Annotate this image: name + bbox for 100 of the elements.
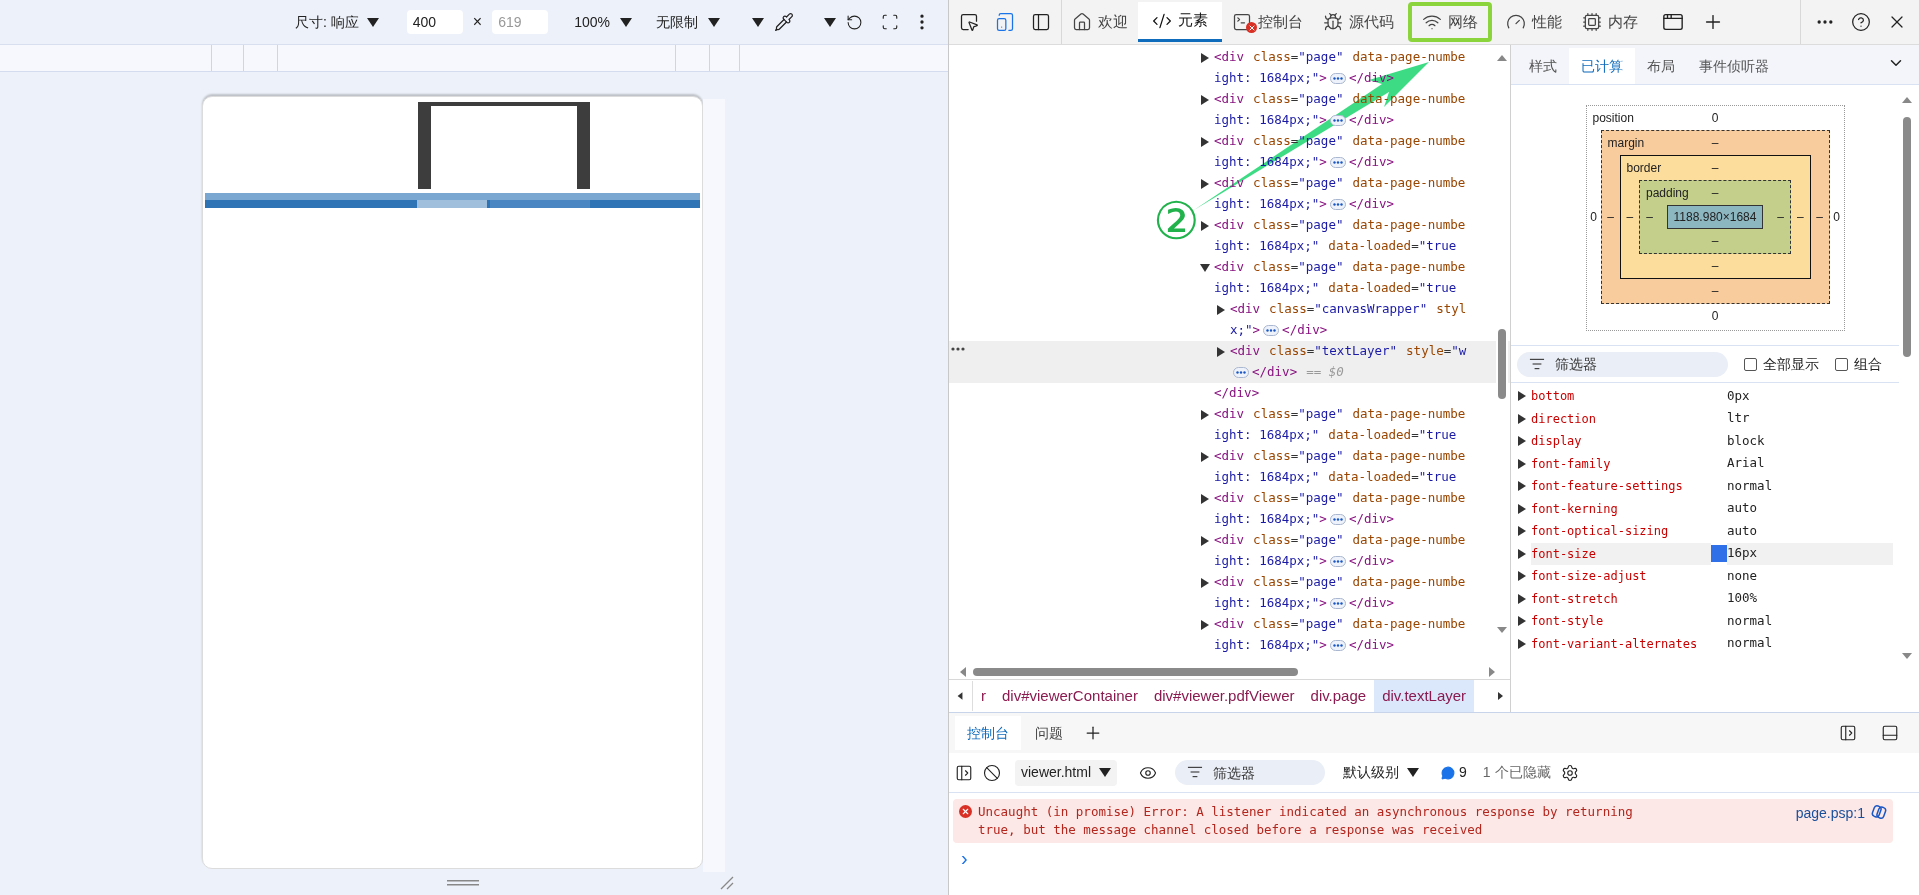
ellipsis-icon[interactable] (1329, 199, 1346, 210)
inspect-icon[interactable] (959, 11, 979, 32)
property-row[interactable]: direction ltr (1511, 407, 1899, 430)
device-toolbar-icon[interactable] (995, 11, 1015, 32)
property-row[interactable]: font-family Arial (1511, 452, 1899, 475)
dimensions-dropdown[interactable]: 尺寸: 响应 (295, 7, 379, 37)
device-frame-icon[interactable] (880, 13, 899, 31)
console-filter-field[interactable]: 筛选器 (1175, 760, 1326, 785)
ellipsis-icon[interactable] (1329, 514, 1346, 525)
code-line[interactable]: <div class="page" data-page-numbe (1214, 531, 1466, 550)
collapsed-triangle-icon[interactable] (1200, 535, 1210, 546)
context-dropdown[interactable]: viewer.html (1015, 759, 1118, 786)
collapsed-triangle-icon[interactable] (1216, 346, 1226, 357)
property-row[interactable]: font-size 16px (1511, 542, 1899, 565)
devtools-tab[interactable]: 欢迎 (1062, 2, 1138, 42)
collapsed-triangle-icon[interactable] (1517, 413, 1527, 424)
collapsed-triangle-icon[interactable] (1200, 178, 1210, 189)
scrollbar-thumb[interactable] (1498, 329, 1506, 399)
throttle-dropdown[interactable]: 无限制 (655, 7, 720, 37)
collapsed-triangle-icon[interactable] (1517, 571, 1527, 582)
collapsed-triangle-icon[interactable] (1216, 304, 1226, 315)
code-line[interactable]: ight: 1684px;"> </div> (1214, 111, 1395, 130)
breadcrumb[interactable]: r (973, 680, 994, 712)
dock-bottom-icon[interactable] (1881, 724, 1899, 742)
property-row[interactable]: font-stretch 100% (1511, 587, 1899, 610)
code-line[interactable]: ight: 1684px;"> </div> (1214, 510, 1395, 529)
side-pane-tab[interactable]: 样式 (1517, 48, 1569, 84)
collapsed-triangle-icon[interactable] (1517, 616, 1527, 627)
code-line[interactable]: <div class="page" data-page-numbe (1214, 216, 1466, 235)
side-pane-tab[interactable]: 布局 (1635, 48, 1687, 84)
code-line[interactable]: <div class="page" data-page-numbe (1214, 489, 1466, 508)
collapsed-triangle-icon[interactable] (1200, 493, 1210, 504)
message-count[interactable]: 9 (1459, 762, 1467, 783)
help-icon[interactable] (1851, 11, 1871, 32)
collapsed-triangle-icon[interactable] (1517, 593, 1527, 604)
code-line[interactable]: <div class="page" data-page-numbe (1214, 573, 1466, 592)
scroll-down-icon[interactable] (1496, 625, 1508, 635)
breadcrumb[interactable]: div.textLayer (1374, 680, 1475, 712)
collapsed-triangle-icon[interactable] (1517, 503, 1527, 514)
breadcrumb[interactable]: div#viewerContainer (994, 680, 1146, 712)
collapsed-triangle-icon[interactable] (1517, 481, 1527, 492)
collapsed-triangle-icon[interactable] (1200, 451, 1210, 462)
code-line[interactable]: ight: 1684px;" data-loaded="true (1214, 279, 1457, 298)
ellipsis-icon[interactable] (1329, 556, 1346, 567)
side-pane-tab[interactable]: 已计算 (1569, 48, 1635, 84)
code-line[interactable]: ight: 1684px;" data-loaded="true (1214, 237, 1457, 256)
zoom-dropdown[interactable]: 100% (574, 7, 632, 37)
collapsed-triangle-icon[interactable] (1517, 391, 1527, 402)
ellipsis-icon[interactable] (1329, 73, 1346, 84)
property-row[interactable]: display block (1511, 430, 1899, 453)
property-row[interactable]: font-size-adjust none (1511, 565, 1899, 588)
console-prompt[interactable]: › (961, 847, 1919, 869)
scrollbar-thumb[interactable] (973, 668, 1298, 676)
ellipsis-icon[interactable] (1263, 325, 1280, 336)
code-line[interactable]: </div> == $0 (1230, 363, 1344, 382)
expanded-triangle-icon[interactable] (1200, 262, 1210, 273)
devtools-tab[interactable]: 源代码 (1313, 2, 1404, 42)
ellipsis-icon[interactable] (1329, 640, 1346, 651)
scroll-up-icon[interactable] (1901, 95, 1913, 105)
resize-handle-icon[interactable] (447, 880, 479, 886)
filter-field[interactable]: 筛选器 (1517, 351, 1728, 377)
devtools-tab[interactable]: 性能 (1496, 2, 1572, 42)
collapsed-triangle-icon[interactable] (1517, 548, 1527, 559)
ellipsis-icon[interactable] (1329, 598, 1346, 609)
collapsed-triangle-icon[interactable] (1200, 136, 1210, 147)
collapsed-triangle-icon[interactable] (1200, 220, 1210, 231)
drawer-tab[interactable]: 控制台 (955, 716, 1021, 750)
code-line[interactable]: <div class="page" data-page-numbe (1214, 405, 1466, 424)
scroll-left-icon[interactable] (959, 666, 967, 678)
collapsed-triangle-icon[interactable] (1200, 619, 1210, 630)
code-line[interactable]: ight: 1684px;" data-loaded="true (1214, 426, 1457, 445)
property-row[interactable]: bottom 0px (1511, 385, 1899, 408)
code-line[interactable]: <div class="page" data-page-numbe (1214, 258, 1466, 277)
log-level-dropdown[interactable]: 默认级别 (1343, 759, 1420, 786)
scroll-up-icon[interactable] (1496, 53, 1508, 63)
code-line[interactable]: ight: 1684px;"> </div> (1214, 552, 1395, 571)
sidebar-toggle-icon[interactable] (955, 763, 973, 782)
checkbox[interactable] (1744, 357, 1757, 371)
property-row[interactable]: font-optical-sizing auto (1511, 520, 1899, 543)
collapsed-triangle-icon[interactable] (1517, 436, 1527, 447)
source-link[interactable]: page.psp:1 (1795, 803, 1865, 824)
devtools-tab[interactable]: 元素 (1138, 2, 1222, 42)
property-row[interactable]: font-kerning auto (1511, 497, 1899, 520)
code-line[interactable]: <div class="textLayer" style="w (1230, 342, 1467, 361)
rotate-icon[interactable] (845, 13, 863, 31)
settings-icon[interactable] (1560, 763, 1579, 782)
code-line[interactable]: <div class="page" data-page-numbe (1214, 48, 1466, 67)
code-line[interactable]: ight: 1684px;"> </div> (1214, 195, 1395, 214)
code-line[interactable]: </div> (1214, 384, 1260, 403)
property-row[interactable]: font-variant-alternates normal (1511, 632, 1899, 655)
scroll-down-icon[interactable] (1901, 651, 1913, 661)
property-row[interactable]: font-feature-settings normal (1511, 475, 1899, 498)
copilot-icon[interactable] (1871, 804, 1887, 820)
collapsed-triangle-icon[interactable] (1200, 409, 1210, 420)
more-icon[interactable] (951, 347, 965, 351)
collapsed-triangle-icon[interactable] (1517, 458, 1527, 469)
undock-icon[interactable] (1839, 724, 1857, 742)
eyedropper-icon[interactable] (773, 12, 794, 32)
drawer-tab[interactable]: 问题 (1023, 716, 1075, 750)
devtools-tab[interactable]: 内存 (1572, 2, 1648, 42)
